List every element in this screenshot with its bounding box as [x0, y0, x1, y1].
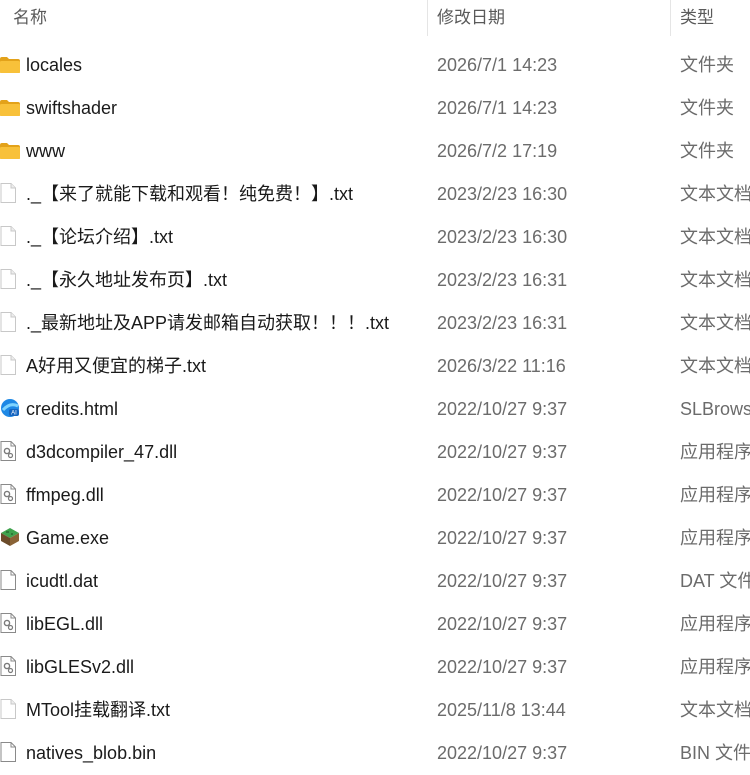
- file-type: 应用程序扩展: [680, 657, 750, 677]
- file-type: BIN 文件: [680, 743, 750, 763]
- file-modified-date: 2022/10/27 9:37: [437, 528, 568, 548]
- file-row[interactable]: libGLESv2.dll 2022/10/27 9:37 应用程序扩展: [0, 645, 750, 688]
- file-row[interactable]: icudtl.dat 2022/10/27 9:37 DAT 文件: [0, 559, 750, 602]
- file-modified-date: 2026/3/22 11:16: [437, 356, 566, 376]
- file-type: 应用程序: [680, 528, 750, 548]
- file-type: 文本文档: [680, 227, 750, 247]
- file-name[interactable]: libGLESv2.dll: [26, 645, 134, 689]
- file-name[interactable]: ._最新地址及APP请发邮箱自动获取！！！.txt: [26, 301, 389, 345]
- file-modified-date: 2022/10/27 9:37: [437, 614, 568, 634]
- file-name[interactable]: MTool挂载翻译.txt: [26, 688, 170, 732]
- file-name[interactable]: libEGL.dll: [26, 602, 103, 646]
- file-type: 文件夹: [680, 98, 734, 118]
- file-row[interactable]: www 2026/7/2 17:19 文件夹: [0, 129, 750, 172]
- file-modified-date: 2026/7/2 17:19: [437, 141, 558, 161]
- folder-icon: [0, 54, 20, 76]
- text-file-icon: [0, 183, 20, 205]
- file-modified-date: 2022/10/27 9:37: [437, 743, 568, 763]
- text-file-icon: [0, 699, 20, 721]
- folder-icon: [0, 140, 20, 162]
- file-row[interactable]: swiftshader 2026/7/1 14:23 文件夹: [0, 86, 750, 129]
- file-type: SLBrowser: [680, 399, 750, 419]
- folder-icon: [0, 97, 20, 119]
- file-type: DAT 文件: [680, 571, 750, 591]
- file-type: 应用程序扩展: [680, 485, 750, 505]
- file-row[interactable]: libEGL.dll 2022/10/27 9:37 应用程序扩展: [0, 602, 750, 645]
- file-list: locales 2026/7/1 14:23 文件夹 swiftshader 2026/…: [0, 43, 750, 774]
- file-row[interactable]: natives_blob.bin 2022/10/27 9:37 BIN 文件: [0, 731, 750, 774]
- blank-file-icon: [0, 742, 20, 764]
- column-header-name[interactable]: 名称: [13, 0, 47, 36]
- file-modified-date: 2022/10/27 9:37: [437, 571, 568, 591]
- file-modified-date: 2023/2/23 16:30: [437, 184, 568, 204]
- text-file-icon: [0, 312, 20, 334]
- file-name[interactable]: d3dcompiler_47.dll: [26, 430, 177, 474]
- text-file-icon: [0, 269, 20, 291]
- text-file-icon: [0, 355, 20, 377]
- svg-text:AI: AI: [11, 411, 17, 417]
- dll-file-icon: [0, 441, 20, 463]
- file-row[interactable]: ._最新地址及APP请发邮箱自动获取！！！.txt 2023/2/23 16:31…: [0, 301, 750, 344]
- file-modified-date: 2022/10/27 9:37: [437, 442, 568, 462]
- file-row[interactable]: d3dcompiler_47.dll 2022/10/27 9:37 应用程序扩展: [0, 430, 750, 473]
- file-modified-date: 2022/10/27 9:37: [437, 657, 568, 677]
- file-type: 文件夹: [680, 55, 734, 75]
- file-type: 文本文档: [680, 700, 750, 720]
- file-row[interactable]: AI credits.html 2022/10/27 9:37 SLBrowser: [0, 387, 750, 430]
- file-name[interactable]: locales: [26, 43, 82, 87]
- file-row[interactable]: locales 2026/7/1 14:23 文件夹: [0, 43, 750, 86]
- dll-file-icon: [0, 613, 20, 635]
- file-modified-date: 2023/2/23 16:30: [437, 227, 568, 247]
- column-header-bar: 名称 ^ 修改日期 类型: [0, 0, 750, 36]
- file-modified-date: 2026/7/1 14:23: [437, 55, 558, 75]
- file-name[interactable]: ffmpeg.dll: [26, 473, 104, 517]
- file-row[interactable]: A好用又便宜的梯子.txt 2026/3/22 11:16 文本文档: [0, 344, 750, 387]
- dll-file-icon: [0, 656, 20, 678]
- game-exe-icon: [0, 527, 20, 549]
- file-modified-date: 2025/11/8 13:44: [437, 700, 566, 720]
- file-row[interactable]: ._【来了就能下载和观看！纯免费！】.txt 2023/2/23 16:30 文本文…: [0, 172, 750, 215]
- file-type: 应用程序扩展: [680, 442, 750, 462]
- column-divider[interactable]: [670, 0, 671, 36]
- file-type: 文本文档: [680, 313, 750, 333]
- browser-html-icon: AI: [0, 398, 20, 420]
- dll-file-icon: [0, 484, 20, 506]
- file-type: 文本文档: [680, 356, 750, 376]
- file-name[interactable]: Game.exe: [26, 516, 109, 560]
- file-name[interactable]: credits.html: [26, 387, 118, 431]
- file-row[interactable]: MTool挂载翻译.txt 2025/11/8 13:44 文本文档: [0, 688, 750, 731]
- column-header-date[interactable]: 修改日期: [437, 0, 505, 36]
- file-name[interactable]: www: [26, 129, 65, 173]
- file-name[interactable]: swiftshader: [26, 86, 117, 130]
- column-divider[interactable]: [427, 0, 428, 36]
- file-modified-date: 2023/2/23 16:31: [437, 270, 568, 290]
- file-type: 应用程序扩展: [680, 614, 750, 634]
- file-type: 文件夹: [680, 141, 734, 161]
- file-modified-date: 2022/10/27 9:37: [437, 399, 568, 419]
- file-type: 文本文档: [680, 184, 750, 204]
- file-row[interactable]: ._【论坛介绍】.txt 2023/2/23 16:30 文本文档: [0, 215, 750, 258]
- file-modified-date: 2023/2/23 16:31: [437, 313, 568, 333]
- file-name[interactable]: ._【来了就能下载和观看！纯免费！】.txt: [26, 172, 353, 216]
- file-name[interactable]: icudtl.dat: [26, 559, 98, 603]
- file-row[interactable]: ffmpeg.dll 2022/10/27 9:37 应用程序扩展: [0, 473, 750, 516]
- file-name[interactable]: A好用又便宜的梯子.txt: [26, 344, 206, 388]
- file-name[interactable]: ._【论坛介绍】.txt: [26, 215, 173, 259]
- file-row[interactable]: ._【永久地址发布页】.txt 2023/2/23 16:31 文本文档: [0, 258, 750, 301]
- file-type: 文本文档: [680, 270, 750, 290]
- blank-file-icon: [0, 570, 20, 592]
- file-modified-date: 2026/7/1 14:23: [437, 98, 558, 118]
- file-name[interactable]: ._【永久地址发布页】.txt: [26, 258, 227, 302]
- text-file-icon: [0, 226, 20, 248]
- file-name[interactable]: natives_blob.bin: [26, 731, 156, 775]
- chevron-up-icon: ^: [209, 0, 215, 5]
- file-modified-date: 2022/10/27 9:37: [437, 485, 568, 505]
- column-header-type[interactable]: 类型: [680, 0, 714, 36]
- file-row[interactable]: Game.exe 2022/10/27 9:37 应用程序: [0, 516, 750, 559]
